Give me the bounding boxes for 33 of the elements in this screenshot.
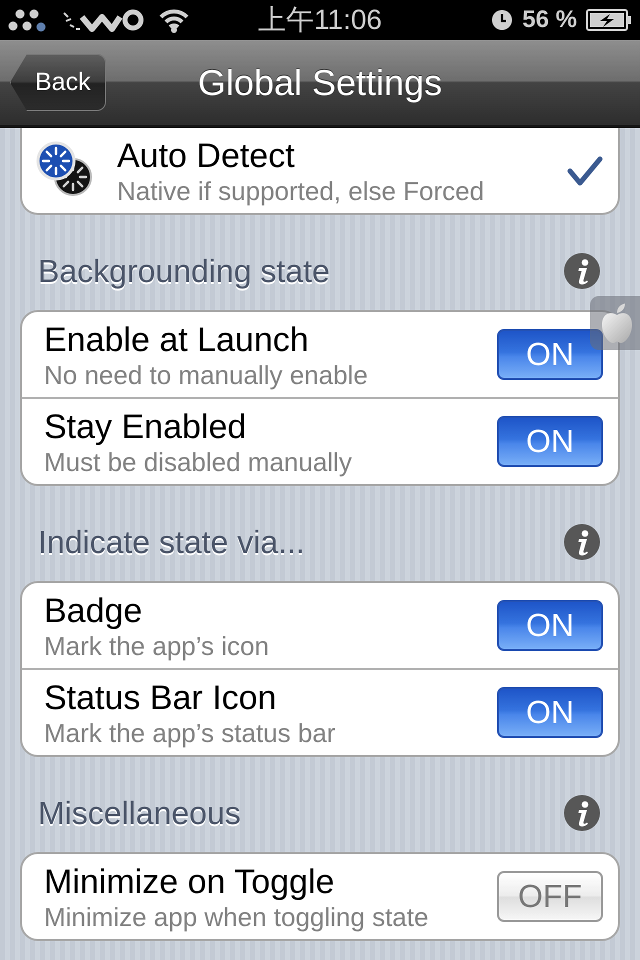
floating-button[interactable] bbox=[590, 296, 640, 350]
toggle-switch[interactable]: ON bbox=[497, 600, 603, 651]
setting-title: Enable at Launch bbox=[44, 320, 310, 360]
setting-subtitle: Must be disabled manually bbox=[44, 446, 353, 476]
apple-icon bbox=[600, 303, 634, 343]
setting-subtitle: Native if supported, else Forced bbox=[117, 176, 486, 206]
two-discs-icon bbox=[35, 140, 93, 196]
info-icon[interactable] bbox=[564, 524, 600, 560]
setting-title: Stay Enabled bbox=[44, 406, 248, 446]
toggle-switch[interactable]: ON bbox=[497, 416, 603, 467]
clock-icon bbox=[491, 9, 514, 31]
section-header: Backgrounding state bbox=[38, 252, 330, 291]
screen-title: Global Settings bbox=[198, 60, 442, 104]
toggle-switch[interactable]: ON bbox=[497, 329, 603, 380]
status-time: 上午11:06 bbox=[258, 3, 382, 37]
carrier-logo-icon bbox=[62, 7, 146, 33]
info-icon[interactable] bbox=[564, 795, 600, 831]
toggle-switch[interactable]: ON bbox=[497, 687, 603, 738]
back-button[interactable]: Back bbox=[10, 54, 106, 111]
setting-title: Minimize on Toggle bbox=[44, 862, 336, 902]
section-header: Miscellaneous bbox=[38, 794, 241, 833]
setting-title: Badge bbox=[44, 590, 144, 630]
setting-subtitle: Mark the app’s icon bbox=[44, 630, 270, 660]
setting-subtitle: No need to manually enable bbox=[44, 360, 369, 390]
toggle-switch[interactable]: OFF bbox=[497, 871, 603, 922]
setting-title: Auto Detect bbox=[117, 136, 296, 176]
section-header: Indicate state via... bbox=[38, 523, 305, 562]
setting-title: Status Bar Icon bbox=[44, 678, 278, 718]
battery-charging-icon bbox=[586, 9, 632, 31]
setting-subtitle: Mark the app’s status bar bbox=[44, 718, 336, 748]
setting-subtitle: Minimize app when toggling state bbox=[44, 902, 430, 932]
battery-percent: 56 % bbox=[522, 5, 577, 35]
info-icon[interactable] bbox=[564, 253, 600, 289]
